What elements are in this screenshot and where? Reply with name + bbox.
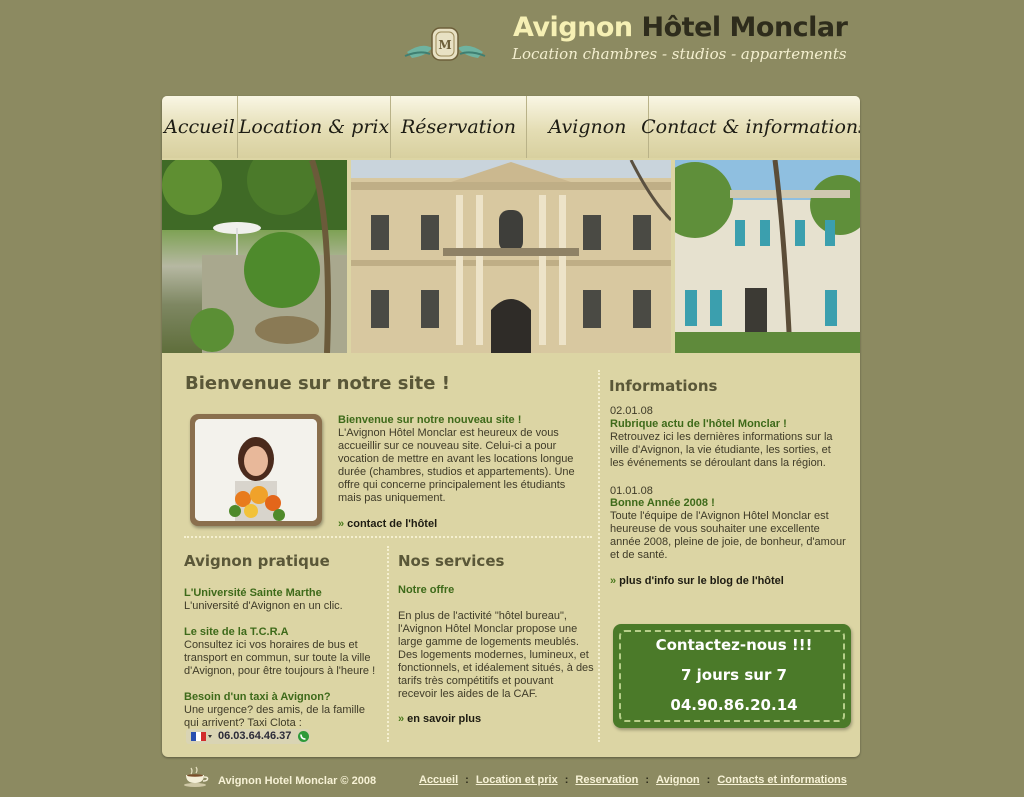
welcome-title: Bienvenue sur notre site ! xyxy=(185,373,450,394)
tcra-text: Consultez ici vos horaires de bus et tra… xyxy=(184,639,376,677)
footer-link-avignon[interactable]: Avignon xyxy=(656,774,700,786)
call-icon xyxy=(298,731,309,742)
footer-separator: : xyxy=(645,774,650,786)
news-text: Toute l'équipe de l'Avignon Hôtel Moncla… xyxy=(610,510,846,561)
garden-photo xyxy=(162,160,347,353)
news-date: 01.01.08 xyxy=(610,485,653,497)
news-heading: Rubrique actu de l'hôtel Monclar ! xyxy=(610,418,787,430)
nav-contact-informations[interactable]: Contact & informations xyxy=(641,96,860,158)
welcome-text: L'Avignon Hôtel Monclar est heureux de v… xyxy=(338,427,575,504)
vertical-divider-right xyxy=(598,370,600,742)
services-more-link-label: en savoir plus xyxy=(407,713,482,725)
site-title-part2: Hôtel Monclar xyxy=(641,12,848,43)
contact-hotel-link[interactable]: » contact de l'hôtel xyxy=(338,518,437,530)
contact-callout-title: Contactez-nous !!! xyxy=(655,636,813,654)
universite-text: L'université d'Avignon en un clic. xyxy=(184,600,343,612)
hotel-facade-photo xyxy=(351,160,671,353)
taxi-heading: Besoin d'un taxi à Avignon? xyxy=(184,691,331,703)
nav-accueil[interactable]: Accueil xyxy=(162,96,237,158)
horizontal-divider xyxy=(184,536,592,538)
site-title-part1: Avignon xyxy=(513,12,633,43)
footer-link-reservation[interactable]: Reservation xyxy=(575,774,638,786)
france-flag-icon xyxy=(191,732,212,741)
contact-callout-border: Contactez-nous !!! 7 jours sur 7 04.90.8… xyxy=(619,630,845,722)
welcome-portrait-frame xyxy=(190,414,322,526)
taxi-text: Une urgence? des amis, de la famille qui… xyxy=(184,704,365,729)
pratique-title: Avignon pratique xyxy=(184,552,330,570)
news-date: 02.01.08 xyxy=(610,405,653,417)
footer-separator: : xyxy=(564,774,569,786)
welcome-heading: Bienvenue sur notre nouveau site ! xyxy=(338,414,522,426)
blog-link-label: plus d'info sur le blog de l'hôtel xyxy=(619,575,784,587)
nav-avignon[interactable]: Avignon xyxy=(526,96,648,158)
taxi-phone-widget[interactable]: 06.03.64.46.37 xyxy=(186,729,310,744)
contact-hotel-link-label: contact de l'hôtel xyxy=(347,518,438,530)
news-text: Retrouvez ici les dernières informations… xyxy=(610,431,833,469)
universite-link[interactable]: L'Université Sainte Marthe xyxy=(184,587,322,599)
services-more-link[interactable]: » en savoir plus xyxy=(398,713,481,725)
nav-location-prix[interactable]: Location & prix xyxy=(237,96,390,158)
main-navigation: Accueil Location & prix Réservation Avig… xyxy=(162,96,860,158)
hotel-crest-logo: M xyxy=(404,27,486,61)
footer-separator: : xyxy=(706,774,711,786)
blog-link[interactable]: » plus d'info sur le blog de l'hôtel xyxy=(610,575,784,587)
footer-copyright: Avignon Hotel Monclar © 2008 xyxy=(218,775,377,787)
svg-text:M: M xyxy=(438,38,451,52)
receptionist-photo xyxy=(195,419,317,521)
informations-title: Informations xyxy=(609,377,718,395)
news-heading: Bonne Année 2008 ! xyxy=(610,497,715,509)
double-chevron-icon: » xyxy=(398,713,405,725)
taxi-phone-number: 06.03.64.46.37 xyxy=(218,730,292,742)
double-chevron-icon: » xyxy=(338,518,345,530)
tcra-link[interactable]: Le site de la T.C.R.A xyxy=(184,626,289,638)
contact-callout: Contactez-nous !!! 7 jours sur 7 04.90.8… xyxy=(613,624,851,728)
footer-link-contacts-informations[interactable]: Contacts et informations xyxy=(717,774,847,786)
hotel-side-photo xyxy=(675,160,860,353)
footer-links: Accueil: Location et prix: Reservation: Avi… xyxy=(419,774,847,786)
footer-link-accueil[interactable]: Accueil xyxy=(419,774,458,786)
coffee-cup-icon xyxy=(184,766,209,787)
vertical-divider-middle xyxy=(387,546,389,742)
services-text: En plus de l'activité "hôtel bureau", l'… xyxy=(398,610,594,700)
services-heading: Notre offre xyxy=(398,584,455,596)
contact-callout-hours: 7 jours sur 7 xyxy=(681,666,787,684)
site-title: Avignon Hôtel Monclar xyxy=(513,12,848,43)
main-panel: Accueil Location & prix Réservation Avig… xyxy=(162,96,860,757)
nav-reservation[interactable]: Réservation xyxy=(390,96,526,158)
contact-callout-phone: 04.90.86.20.14 xyxy=(670,696,798,714)
footer-link-location-prix[interactable]: Location et prix xyxy=(476,774,558,786)
double-chevron-icon: » xyxy=(610,575,617,587)
footer-separator: : xyxy=(465,774,469,786)
services-title: Nos services xyxy=(398,552,505,570)
site-tagline: Location chambres - studios - appartemen… xyxy=(512,45,847,63)
